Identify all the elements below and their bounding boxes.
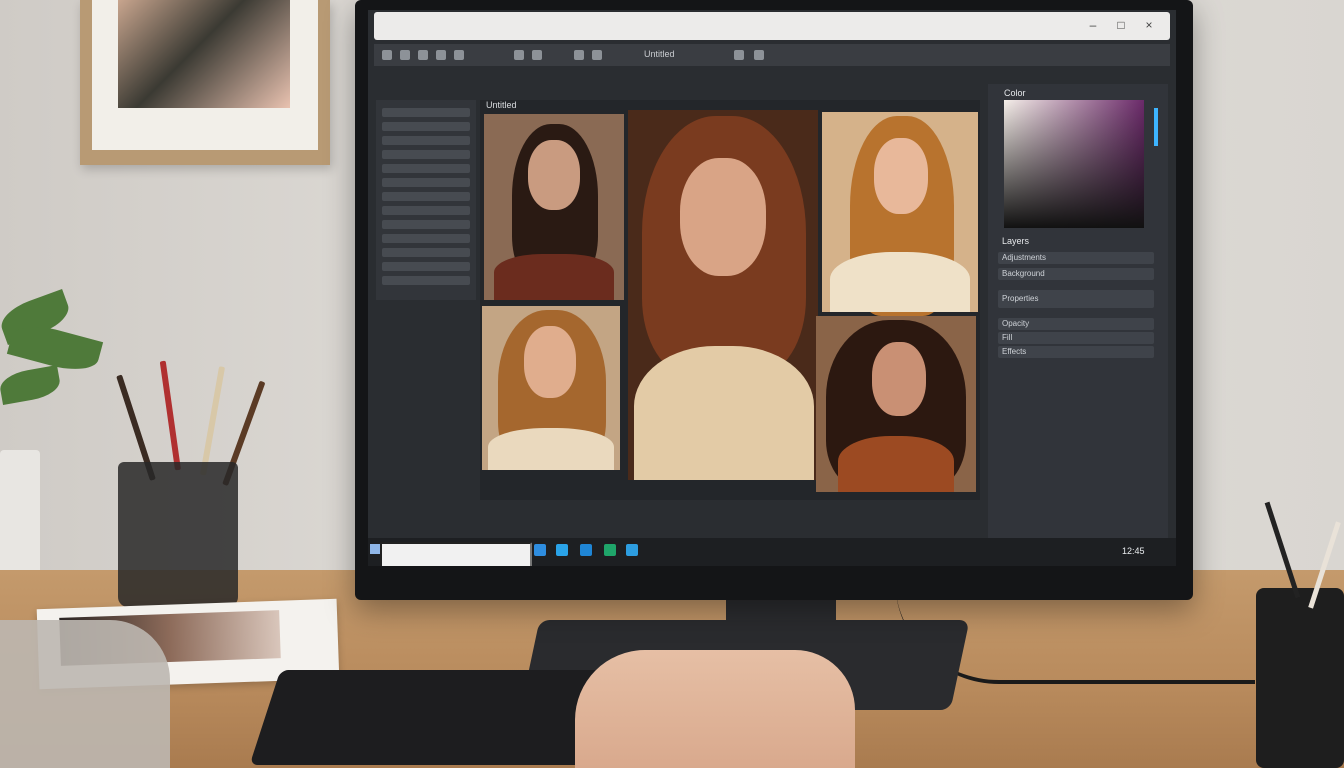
tool-icon[interactable] — [514, 50, 524, 60]
property-label: Background — [1002, 269, 1045, 278]
property-row[interactable] — [998, 332, 1154, 344]
document-tab[interactable]: Untitled — [486, 100, 517, 110]
properties-panel: Color Layers Adjustments Background Prop… — [988, 84, 1168, 554]
tool-icon[interactable] — [400, 50, 410, 60]
tool-icon[interactable] — [382, 50, 392, 60]
tool-icon[interactable] — [532, 50, 542, 60]
framed-artwork — [118, 0, 290, 108]
property-label: Adjustments — [1002, 253, 1047, 262]
tool-icon[interactable] — [454, 50, 464, 60]
face — [872, 342, 926, 416]
layer-row[interactable] — [382, 220, 470, 229]
hand-on-mouse — [575, 650, 855, 768]
hue-slider[interactable] — [1154, 108, 1158, 146]
property-label: Fill — [1002, 333, 1013, 342]
tray-clock[interactable]: 12:45 — [1122, 546, 1145, 556]
taskbar-search-input[interactable] — [380, 542, 532, 566]
pencil-cup — [118, 462, 238, 607]
layer-row[interactable] — [382, 276, 470, 285]
layer-row[interactable] — [382, 234, 470, 243]
person-shoulder — [0, 620, 170, 768]
clothing — [494, 254, 614, 300]
clothing — [838, 436, 954, 492]
layer-row[interactable] — [382, 178, 470, 187]
portrait-photo[interactable] — [822, 112, 978, 316]
toolbar-document-label[interactable]: Untitled — [644, 49, 675, 59]
color-picker[interactable] — [1004, 100, 1144, 228]
start-icon[interactable] — [370, 544, 380, 554]
plant-pot — [0, 450, 40, 580]
app-icon[interactable] — [580, 544, 592, 556]
monitor-screen: – □ × Untitled Untitled Color Layers Adj… — [368, 10, 1176, 566]
face — [874, 138, 928, 214]
layers-panel-title: Layers — [1002, 236, 1030, 246]
clothing — [634, 346, 814, 480]
close-icon[interactable]: × — [1142, 18, 1156, 32]
face — [524, 326, 576, 398]
layer-row[interactable] — [382, 262, 470, 271]
layer-row[interactable] — [382, 206, 470, 215]
layer-row[interactable] — [382, 136, 470, 145]
color-panel-title: Color — [1004, 88, 1026, 98]
layer-row[interactable] — [382, 108, 470, 117]
property-label: Properties — [1002, 294, 1039, 303]
app-icon[interactable] — [626, 544, 638, 556]
app-icon[interactable] — [604, 544, 616, 556]
layer-row[interactable] — [382, 122, 470, 131]
browser-title-bar: – □ × — [374, 12, 1170, 40]
tool-icon[interactable] — [574, 50, 584, 60]
clothing — [488, 428, 614, 470]
os-taskbar: 12:45 — [368, 538, 1176, 566]
portrait-photo-main[interactable] — [628, 110, 818, 480]
portrait-photo[interactable] — [482, 306, 620, 470]
editor-toolbar: Untitled — [374, 44, 1170, 66]
minimize-icon[interactable]: – — [1086, 18, 1100, 32]
image-canvas[interactable]: Untitled — [480, 100, 980, 500]
layer-row[interactable] — [382, 150, 470, 159]
pen-holder — [1256, 588, 1344, 768]
tool-icon[interactable] — [754, 50, 764, 60]
portrait-photo[interactable] — [484, 114, 624, 300]
clothing — [830, 252, 970, 312]
tool-icon[interactable] — [436, 50, 446, 60]
property-label: Opacity — [1002, 319, 1030, 328]
layer-row[interactable] — [382, 164, 470, 173]
layers-tool-panel — [376, 100, 476, 300]
tool-icon[interactable] — [734, 50, 744, 60]
portrait-photo[interactable] — [816, 316, 976, 492]
tool-icon[interactable] — [418, 50, 428, 60]
tool-icon[interactable] — [592, 50, 602, 60]
layer-row[interactable] — [382, 248, 470, 257]
app-icon[interactable] — [556, 544, 568, 556]
maximize-icon[interactable]: □ — [1114, 18, 1128, 32]
layer-row[interactable] — [382, 192, 470, 201]
app-icon[interactable] — [534, 544, 546, 556]
face — [680, 158, 766, 276]
property-label: Effects — [1002, 347, 1027, 356]
face — [528, 140, 580, 210]
